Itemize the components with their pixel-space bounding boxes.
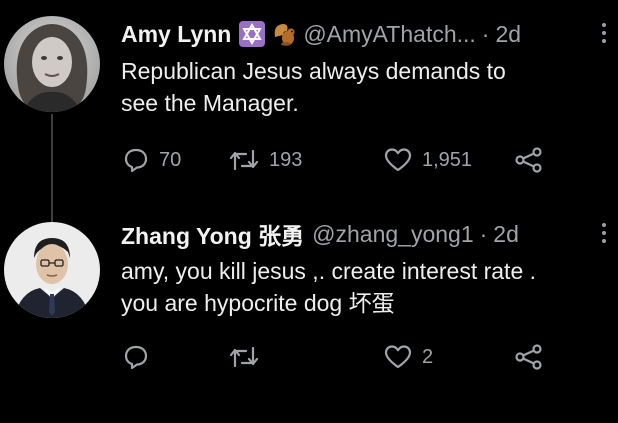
share-button[interactable] (514, 143, 544, 177)
timestamp[interactable]: 2d (493, 221, 519, 248)
share-icon (515, 147, 542, 173)
retweet-count: 193 (269, 148, 303, 171)
reply-button[interactable] (123, 340, 149, 374)
tweet-actions: 70 193 1,951 (121, 143, 588, 177)
like-count: 1,951 (422, 148, 473, 171)
star-of-david-icon (239, 21, 266, 47)
tweet-actions: 2 (121, 340, 588, 374)
user-handle[interactable]: @AmyAThatch... (303, 21, 475, 48)
share-icon (515, 344, 542, 370)
separator-dot: · (481, 20, 490, 47)
tweet-text: Republican Jesus always demands to see t… (121, 58, 506, 116)
like-button[interactable]: 2 (384, 340, 433, 374)
separator-dot: · (479, 220, 488, 247)
reply-icon (124, 345, 148, 370)
retweet-icon (229, 346, 259, 368)
display-name[interactable]: Zhang Yong 张勇 (121, 217, 304, 251)
avatar[interactable] (4, 16, 100, 112)
avatar[interactable] (4, 222, 100, 318)
like-button[interactable]: 1,951 (384, 143, 472, 177)
more-options-icon[interactable] (600, 21, 608, 45)
reply-button[interactable]: 70 (123, 143, 181, 177)
share-button[interactable] (514, 340, 544, 374)
user-handle[interactable]: @zhang_yong1 (312, 221, 473, 248)
reply-icon (124, 148, 148, 173)
timestamp[interactable]: 2d (495, 21, 521, 48)
heart-icon (384, 345, 412, 369)
squirrel-icon (271, 21, 297, 47)
tweet-amy-lynn[interactable]: Amy Lynn @AmyAThatch... · 2d Republican … (0, 0, 618, 200)
like-count: 2 (422, 345, 434, 368)
retweet-icon (229, 149, 259, 171)
more-options-icon[interactable] (600, 221, 608, 245)
retweet-button[interactable]: 193 (229, 143, 302, 177)
heart-icon (384, 148, 412, 172)
reply-count: 70 (159, 148, 182, 171)
tweet-header: Zhang Yong 张勇 @zhang_yong1 · 2d (121, 217, 608, 251)
tweet-text: amy, you kill jesus ,. create interest r… (121, 258, 537, 316)
display-name[interactable]: Amy Lynn (121, 21, 231, 48)
tweet-zhang-yong[interactable]: Zhang Yong 张勇 @zhang_yong1 · 2d amy, you… (0, 200, 618, 423)
tweet-header: Amy Lynn @AmyAThatch... · 2d (121, 17, 608, 51)
retweet-button[interactable] (229, 340, 259, 374)
